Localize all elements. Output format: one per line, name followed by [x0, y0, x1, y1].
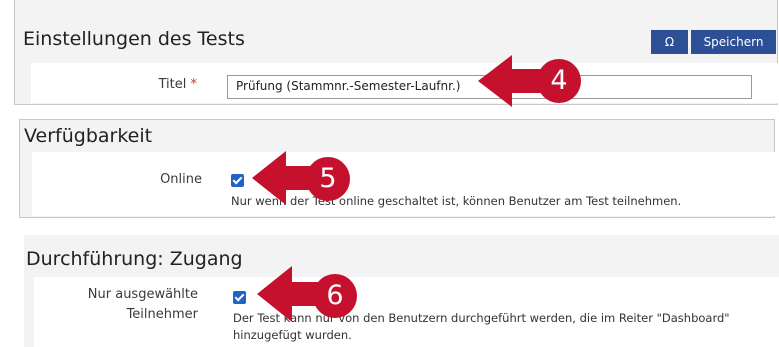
- required-marker: *: [190, 77, 198, 92]
- settings-panel-title: Einstellungen des Tests: [23, 28, 245, 50]
- online-label: Online: [160, 172, 202, 187]
- access-panel-title: Durchführung: Zugang: [26, 248, 243, 270]
- special-character-button[interactable]: Ω: [651, 30, 688, 54]
- availability-panel-title: Verfügbarkeit: [24, 125, 153, 147]
- availability-panel: Verfügbarkeit Online Nur wenn der Test o…: [19, 119, 776, 218]
- title-row: Titel * Prüfung (Stammnr.-Semester-Laufn…: [31, 63, 779, 103]
- selected-participants-checkbox[interactable]: [233, 291, 246, 304]
- selected-participants-row: Nur ausgewählte Teilnehmer Der Test kann…: [34, 277, 779, 347]
- settings-panel: Einstellungen des Tests Ω Speichern Tite…: [14, 0, 779, 105]
- selected-participants-label-line2: Teilnehmer: [126, 307, 198, 322]
- selected-participants-help-line2: hinzugefügt wurden.: [233, 328, 352, 342]
- title-label: Titel *: [31, 77, 197, 92]
- online-checkbox[interactable]: [231, 174, 244, 187]
- callout-badge-5: 5: [306, 157, 350, 201]
- selected-participants-label-line1: Nur ausgewählte: [87, 287, 198, 302]
- save-button[interactable]: Speichern: [691, 30, 776, 54]
- online-row: Online Nur wenn der Test online geschalt…: [32, 152, 776, 216]
- access-panel: Durchführung: Zugang Nur ausgewählte Tei…: [24, 235, 779, 347]
- selected-participants-label: Nur ausgewählte Teilnehmer: [34, 285, 198, 325]
- callout-badge-4: 4: [537, 59, 581, 103]
- callout-badge-6: 6: [313, 274, 357, 318]
- title-label-text: Titel: [158, 77, 187, 92]
